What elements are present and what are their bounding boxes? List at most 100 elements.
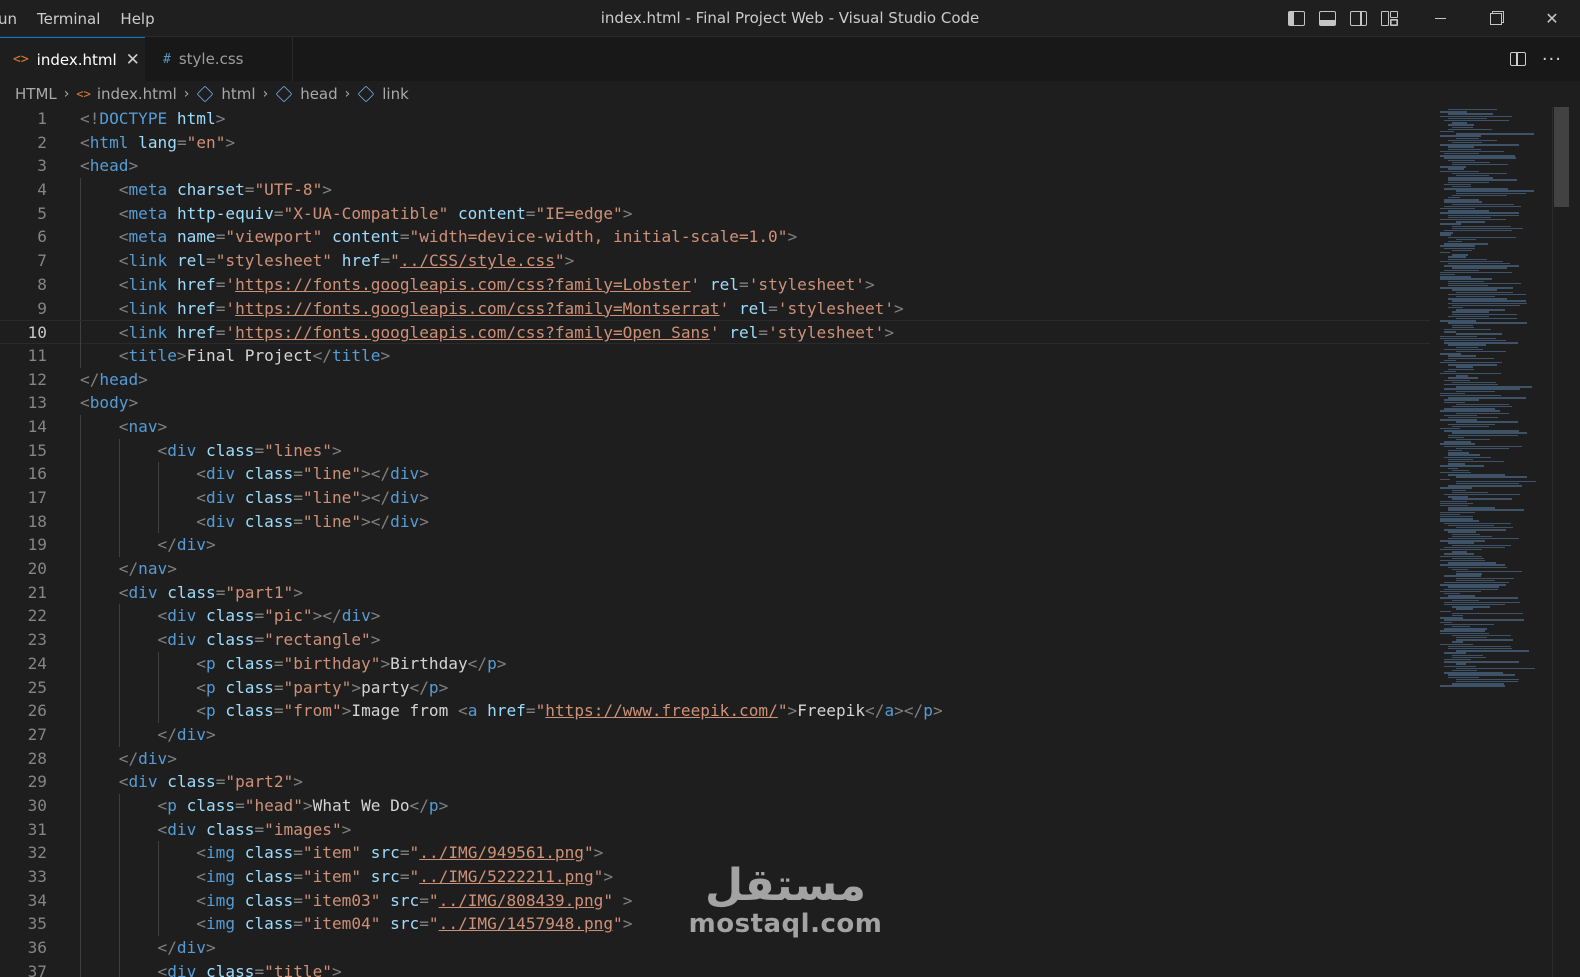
code-line[interactable]: 19 </div> (0, 533, 1430, 558)
close-window-button[interactable]: ✕ (1524, 0, 1580, 37)
code-line[interactable]: 3 <head> (0, 154, 1430, 178)
minimap-line (1452, 267, 1507, 269)
code-text: <meta name="viewport" content="width=dev… (118, 227, 798, 247)
restore-button[interactable] (1468, 0, 1524, 37)
code-line[interactable]: 4 <meta charset="UTF-8"> (0, 178, 1430, 202)
code-line[interactable]: 8 <link href='https://fonts.googleapis.c… (0, 272, 1430, 297)
code-text: <nav> (118, 416, 168, 436)
code-line[interactable]: 36 </div> (0, 936, 1430, 960)
code-text: <div class="title"> (157, 961, 342, 977)
code-text: <body> (80, 393, 139, 413)
code-line[interactable]: 37 <div class="title"> (0, 959, 1430, 977)
code-line[interactable]: 17 <div class="line"></div> (0, 486, 1430, 510)
code-text: <img class="item" src="../IMG/949561.png… (196, 843, 604, 863)
code-line[interactable]: 30 <p class="head">What We Do</p> (0, 793, 1430, 818)
line-number: 34 (27, 890, 47, 910)
menu-bar: un Terminal Help (0, 0, 175, 37)
breadcrumb-item-head[interactable]: head (300, 85, 337, 103)
code-line[interactable]: 5 <meta http-equiv="X-UA-Compatible" con… (0, 201, 1430, 226)
minimap-line (1444, 672, 1504, 674)
code-line[interactable]: 6 <meta name="viewport" content="width=d… (0, 225, 1430, 250)
menu-run[interactable]: un (0, 10, 17, 28)
minimap-line (1448, 458, 1474, 461)
minimap-line (1448, 315, 1490, 318)
breadcrumb-item-language[interactable]: HTML (15, 85, 57, 103)
toggle-primary-sidebar-icon[interactable] (1288, 11, 1305, 26)
minimap-line (1444, 120, 1509, 122)
minimap-line (1444, 388, 1521, 390)
code-line[interactable]: 7 <link rel="stylesheet" href="../CSS/st… (0, 249, 1430, 273)
line-number: 36 (27, 938, 47, 958)
code-line[interactable]: 27 </div> (0, 722, 1430, 747)
code-text: <img class="item04" src="../IMG/1457948.… (196, 914, 633, 934)
minimize-button[interactable] (1412, 0, 1468, 37)
menu-help[interactable]: Help (120, 10, 154, 28)
minimap-line (1448, 113, 1494, 115)
code-line[interactable]: 26 <p class="from">Image from <a href="h… (0, 699, 1430, 723)
code-line[interactable]: 31 <div class="images"> (0, 817, 1430, 842)
line-number: 7 (37, 251, 47, 271)
code-line[interactable]: 9 <link href='https://fonts.googleapis.c… (0, 296, 1430, 321)
title-bar: un Terminal Help index.html - Final Proj… (0, 0, 1580, 37)
customize-layout-icon[interactable] (1381, 11, 1398, 26)
html-file-icon: <> (76, 87, 91, 101)
code-line[interactable]: 25 <p class="party">party</p> (0, 675, 1430, 700)
minimap-line (1456, 439, 1491, 441)
minimap-line (1456, 667, 1535, 670)
code-line[interactable]: 23 <div class="rectangle"> (0, 628, 1430, 652)
code-line[interactable]: 29 <div class="part2"> (0, 770, 1430, 794)
code-line[interactable]: 28 </div> (0, 746, 1430, 771)
minimap-line (1444, 331, 1456, 333)
minimap-line (1444, 619, 1524, 621)
code-line[interactable]: 13 <body> (0, 391, 1430, 415)
code-line[interactable]: 2 <html lang="en"> (0, 131, 1430, 155)
minimap-line (1448, 216, 1491, 219)
minimap-line (1452, 656, 1486, 659)
code-line[interactable]: 1 <!DOCTYPE html> (0, 107, 1430, 131)
line-number: 8 (37, 274, 47, 294)
code-line[interactable]: 21 <div class="part1"> (0, 580, 1430, 605)
code-line[interactable]: 32 <img class="item" src="../IMG/949561.… (0, 841, 1430, 865)
close-tab-icon[interactable]: ✕ (126, 50, 140, 70)
code-line[interactable]: 18 <div class="line"></div> (0, 509, 1430, 534)
line-number: 13 (27, 393, 47, 413)
code-line[interactable]: 34 <img class="item03" src="../IMG/80843… (0, 888, 1430, 913)
breadcrumb-item-file[interactable]: index.html (97, 85, 177, 103)
code-line[interactable]: 16 <div class="line"></div> (0, 462, 1430, 486)
line-number: 32 (27, 843, 47, 863)
code-line[interactable]: 33 <img class="item" src="../IMG/5222211… (0, 865, 1430, 889)
split-editor-icon[interactable] (1509, 52, 1526, 66)
code-line[interactable]: 15 <div class="lines"> (0, 438, 1430, 463)
more-actions-icon[interactable]: ··· (1542, 49, 1562, 70)
scrollbar-thumb[interactable] (1554, 107, 1569, 207)
code-line[interactable]: 11 <title>Final Project</title> (0, 343, 1430, 368)
code-line[interactable]: 14 <nav> (0, 414, 1430, 439)
minimap-line (1448, 364, 1497, 366)
toggle-secondary-sidebar-icon[interactable] (1350, 11, 1367, 26)
line-number: 27 (27, 724, 47, 744)
menu-terminal[interactable]: Terminal (37, 10, 100, 28)
tab-style-css[interactable]: # style.css (145, 37, 293, 81)
code-line[interactable]: 35 <img class="item04" src="../IMG/14579… (0, 912, 1430, 937)
minimap-line (1448, 496, 1469, 498)
breadcrumb-item-html[interactable]: html (221, 85, 255, 103)
code-line[interactable]: 20 </nav> (0, 557, 1430, 581)
code-editor[interactable]: 1 <!DOCTYPE html> 2 <html lang="en"> 3 <head>… (0, 107, 1430, 977)
minimap-line (1456, 221, 1485, 223)
line-number: 30 (27, 795, 47, 815)
line-number: 18 (27, 511, 47, 531)
tab-index-html[interactable]: <> index.html ✕ (0, 37, 145, 81)
code-line[interactable]: 12 </head> (0, 368, 1430, 392)
minimap-line (1452, 126, 1474, 128)
line-number: 16 (27, 464, 47, 484)
toggle-panel-icon[interactable] (1319, 11, 1336, 26)
code-text: </nav> (118, 559, 177, 579)
code-line[interactable]: 10 <link href='https://fonts.googleapis.… (0, 320, 1430, 345)
code-line[interactable]: 24 <p class="birthday">Birthday</p> (0, 651, 1430, 676)
minimap-line (1448, 507, 1496, 509)
minimap[interactable] (1432, 107, 1554, 977)
vertical-scrollbar[interactable] (1552, 107, 1569, 977)
code-line[interactable]: 22 <div class="pic"></div> (0, 604, 1430, 629)
breadcrumb-item-link[interactable]: link (382, 85, 409, 103)
minimap-line (1448, 562, 1497, 564)
